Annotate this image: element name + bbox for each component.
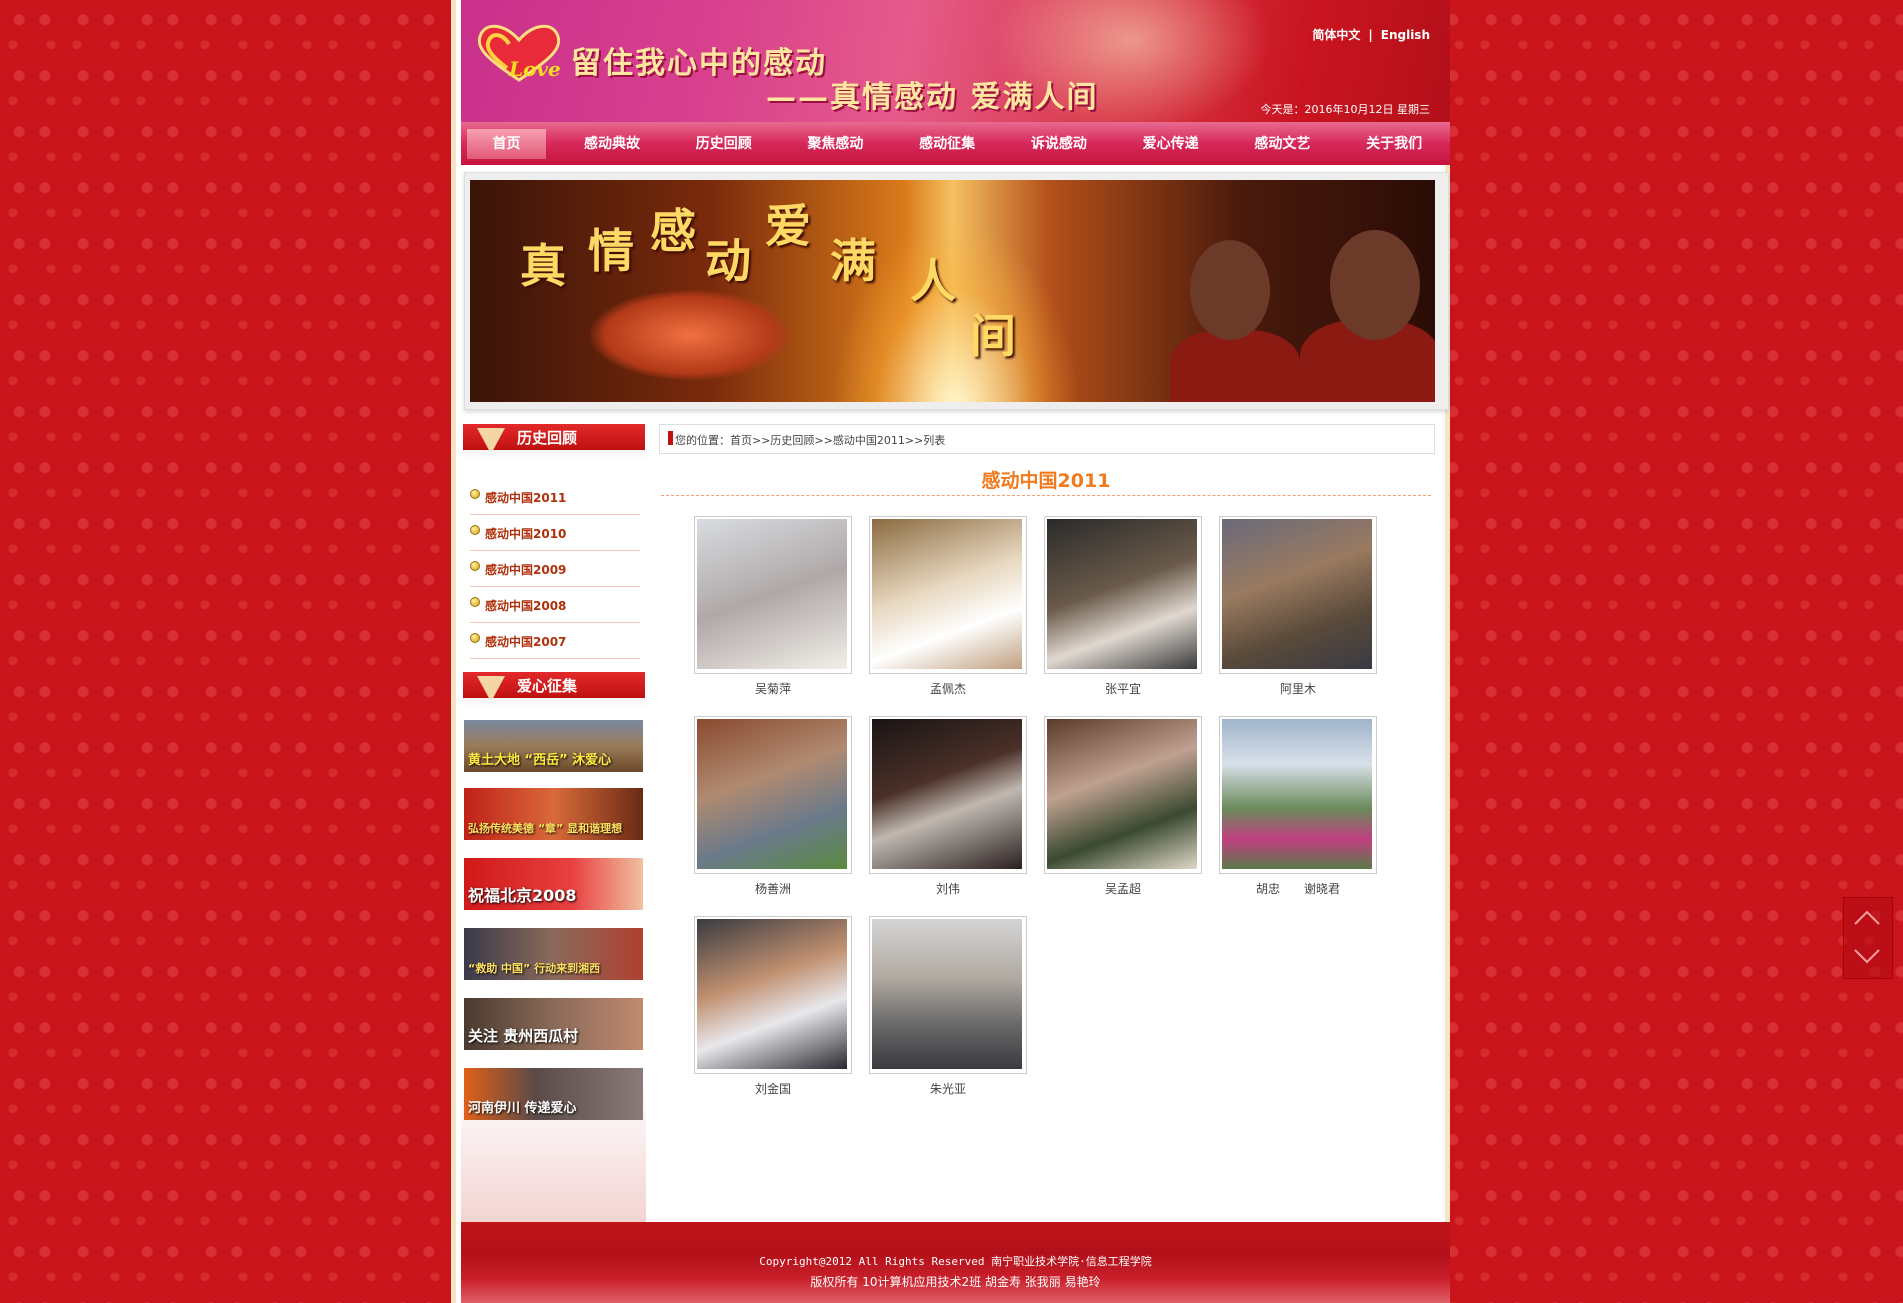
person-name[interactable]: 吴孟超: [1044, 880, 1202, 897]
breadcrumb: 您的位置：首页>>历史回顾>>感动中国2011>>列表: [659, 424, 1435, 454]
ad-banner-yichuan[interactable]: 河南伊川 传递爱心: [464, 1068, 643, 1120]
language-switch: 简体中文 | English: [1312, 26, 1430, 43]
person-name[interactable]: 张平宜: [1044, 680, 1202, 697]
person-name[interactable]: 杨善洲: [694, 880, 852, 897]
collect-section-header: 爱心征集: [463, 672, 645, 702]
history-section-title: 历史回顾: [517, 429, 578, 447]
breadcrumb-text[interactable]: 您的位置：首页>>历史回顾>>感动中国2011>>列表: [675, 432, 945, 448]
history-section-header: 历史回顾: [463, 424, 645, 454]
person-card[interactable]: 朱光亚: [869, 916, 1027, 1096]
credits-line: 版权所有 10计算机应用技术2班 胡金寿 张我丽 易艳玲: [810, 1275, 1101, 1289]
monk-head-1: [1190, 240, 1270, 340]
svg-text:Love: Love: [508, 57, 561, 81]
nav-item-about[interactable]: 关于我们: [1338, 129, 1450, 159]
nav-item-history[interactable]: 历史回顾: [668, 129, 780, 159]
left-sidebar: 历史回顾 感动中国2011 感动中国2010 感动中国2009 感动中国2008…: [461, 424, 646, 1224]
scroll-up-icon[interactable]: [1852, 904, 1882, 934]
banner-char: 人: [910, 254, 956, 308]
banner-char: 情: [588, 224, 634, 278]
candle-hands: [590, 290, 790, 380]
scroll-down-icon[interactable]: [1852, 940, 1882, 970]
main-nav: 首页 感动典故 历史回顾 聚焦感动 感动征集 诉说感动 爱心传递 感动文艺 关于…: [461, 122, 1450, 165]
bullet-icon: [470, 525, 480, 535]
person-name[interactable]: 孟佩杰: [869, 680, 1027, 697]
history-link-2009[interactable]: 感动中国2009: [470, 552, 640, 587]
today-date: 今天是：2016年10月12日 星期三: [1260, 103, 1430, 116]
page-title: 感动中国2011: [981, 470, 1111, 492]
banner-char: 爱: [765, 199, 811, 253]
lang-en-link[interactable]: English: [1381, 28, 1430, 42]
nav-item-arts[interactable]: 感动文艺: [1227, 129, 1339, 159]
person-card[interactable]: 刘伟: [869, 716, 1027, 896]
person-card[interactable]: 阿里木: [1219, 516, 1377, 696]
nav-item-focus[interactable]: 聚焦感动: [780, 129, 892, 159]
copyright-line: Copyright@2012 All Rights Reserved 南宁职业技…: [759, 1255, 1152, 1268]
banner-char: 真: [520, 239, 566, 293]
person-photo: [1047, 719, 1197, 869]
history-link-2011[interactable]: 感动中国2011: [470, 480, 640, 515]
person-photo: [697, 919, 847, 1069]
ad-banner-beijing-2008[interactable]: 祝福北京2008: [464, 858, 643, 910]
person-card[interactable]: 吴菊萍: [694, 516, 852, 696]
ad-banner-guizhou[interactable]: 关注 贵州西瓜村: [464, 998, 643, 1050]
breadcrumb-marker: [668, 431, 673, 445]
person-photo: [1222, 519, 1372, 669]
history-link-2010[interactable]: 感动中国2010: [470, 516, 640, 551]
nav-item-home[interactable]: 首页: [467, 128, 547, 159]
banner-char: 动: [705, 234, 751, 288]
ad-banner-xiangxi[interactable]: “救助 中国” 行动来到湘西: [464, 928, 643, 980]
slogan-line-2: ——真情感动 爱满人间: [766, 80, 1099, 115]
nav-item-collect[interactable]: 感动征集: [891, 129, 1003, 159]
banner-image: 真 情 感 动 爱 满 人 间: [470, 180, 1435, 402]
person-name[interactable]: 胡忠 谢晓君: [1219, 880, 1377, 897]
person-card[interactable]: 孟佩杰: [869, 516, 1027, 696]
love-heart-logo: Love: [477, 24, 561, 82]
site-footer: Copyright@2012 All Rights Reserved 南宁职业技…: [461, 1222, 1450, 1303]
person-name[interactable]: 朱光亚: [869, 1080, 1027, 1097]
banner-char: 间: [970, 309, 1016, 363]
scroll-widget: [1843, 897, 1893, 979]
person-name[interactable]: 阿里木: [1219, 680, 1377, 697]
history-link-2007[interactable]: 感动中国2007: [470, 624, 640, 659]
person-card[interactable]: 胡忠 谢晓君: [1219, 716, 1377, 896]
person-photo: [697, 519, 847, 669]
nav-item-love-pass[interactable]: 爱心传递: [1115, 129, 1227, 159]
person-photo: [1222, 719, 1372, 869]
ad-banner-virtue[interactable]: 弘扬传统美德 “章” 显和谐理想: [464, 788, 643, 840]
collect-section-title: 爱心征集: [517, 677, 578, 695]
site-header: Love 留住我心中的感动 ——真情感动 爱满人间 简体中文 | English 今…: [461, 0, 1450, 122]
lang-separator: |: [1368, 28, 1373, 42]
ad-banner-xiyue[interactable]: 黄土大地 “西岳” 沐爱心: [464, 720, 643, 772]
person-photo: [872, 519, 1022, 669]
person-photo: [872, 719, 1022, 869]
person-card[interactable]: 吴孟超: [1044, 716, 1202, 896]
bullet-icon: [470, 561, 480, 571]
title-divider: [661, 495, 1431, 496]
bullet-icon: [470, 489, 480, 499]
nav-item-tell[interactable]: 诉说感动: [1003, 129, 1115, 159]
person-card[interactable]: 刘金国: [694, 916, 852, 1096]
person-name[interactable]: 刘金国: [694, 1080, 852, 1097]
bullet-icon: [470, 633, 480, 643]
nav-item-stories[interactable]: 感动典故: [556, 129, 668, 159]
history-link-2008[interactable]: 感动中国2008: [470, 588, 640, 623]
person-card[interactable]: 杨善洲: [694, 716, 852, 896]
person-name[interactable]: 吴菊萍: [694, 680, 852, 697]
person-card[interactable]: 张平宜: [1044, 516, 1202, 696]
lang-zh-link[interactable]: 简体中文: [1312, 28, 1360, 42]
monk-head-2: [1330, 230, 1420, 340]
person-photo: [872, 919, 1022, 1069]
bullet-icon: [470, 597, 480, 607]
person-name[interactable]: 刘伟: [869, 880, 1027, 897]
banner-char: 感: [650, 204, 696, 258]
person-photo: [697, 719, 847, 869]
banner-char: 满: [830, 234, 876, 288]
person-photo: [1047, 519, 1197, 669]
page-container: Love 留住我心中的感动 ——真情感动 爱满人间 简体中文 | English 今…: [451, 0, 1450, 1303]
